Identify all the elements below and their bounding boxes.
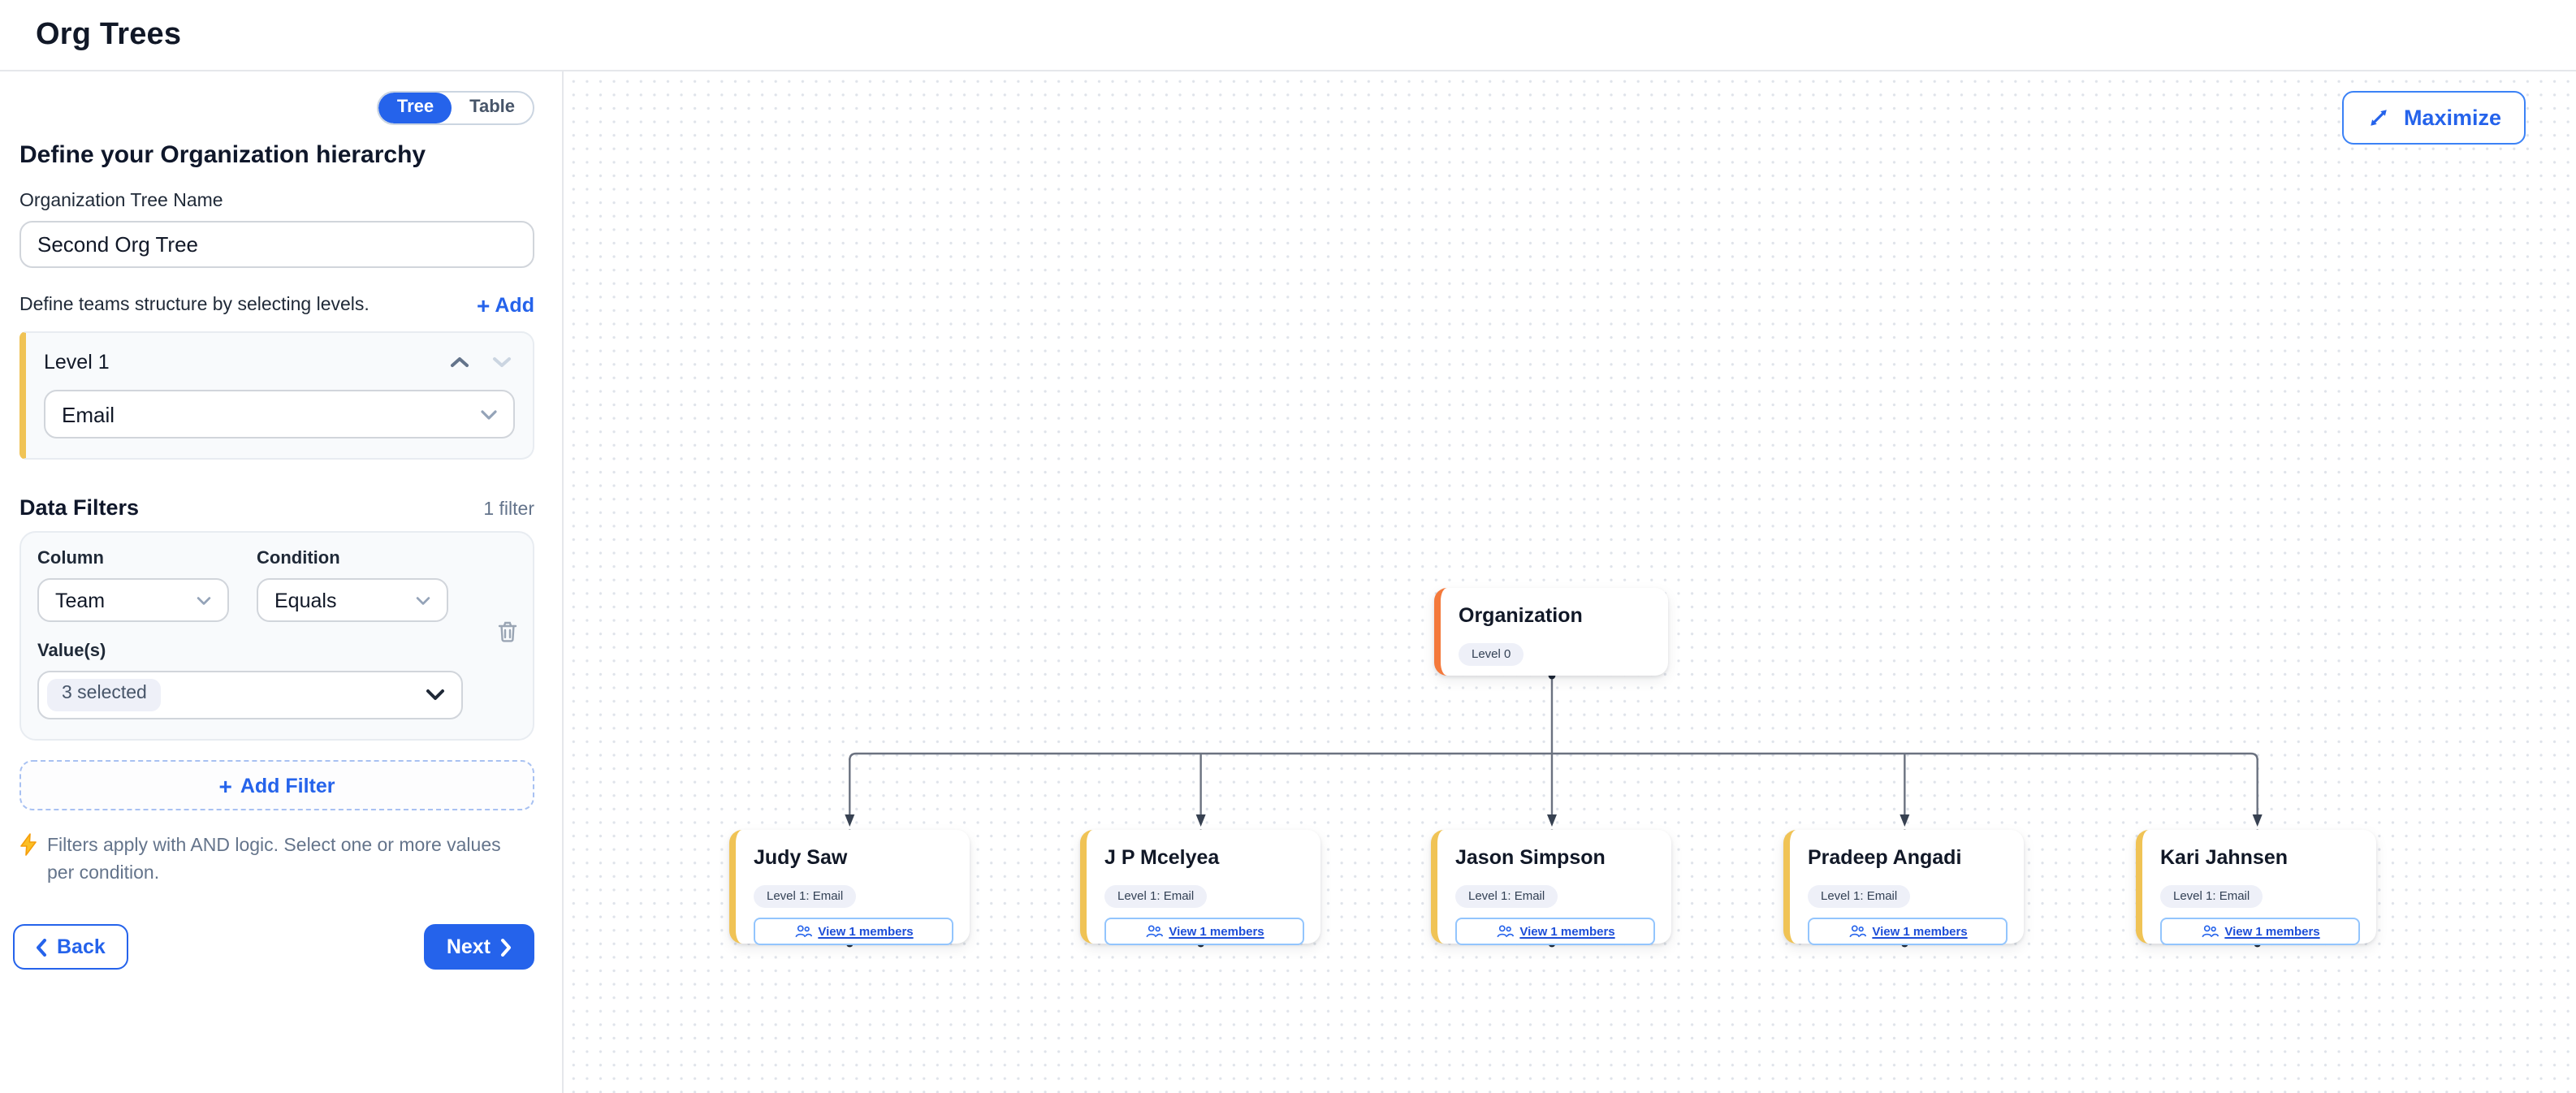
- selected-count-chip: 3 selected: [47, 680, 162, 711]
- filter-card: Column Team Condition Equals: [19, 531, 534, 741]
- view-members-button[interactable]: View 1 members: [2160, 918, 2360, 945]
- users-icon: [1144, 924, 1162, 939]
- users-icon: [1848, 924, 1865, 939]
- node-name: Jason Simpson: [1455, 846, 1655, 869]
- chevron-left-icon: [36, 939, 47, 957]
- page-header: Org Trees: [0, 0, 2576, 71]
- chevron-down-icon: [197, 595, 211, 605]
- maximize-label: Maximize: [2404, 106, 2501, 130]
- node-level-badge: Level 1: Email: [1455, 885, 1558, 907]
- next-label: Next: [447, 936, 491, 959]
- chevron-right-icon: [500, 939, 512, 957]
- org-node-child[interactable]: Jason Simpson Level 1: Email View 1 memb…: [1431, 830, 1671, 944]
- node-level-badge: Level 1: Email: [2160, 885, 2263, 907]
- level-field-select[interactable]: Email: [44, 390, 515, 438]
- add-filter-button[interactable]: + Add Filter: [19, 760, 534, 810]
- node-level-badge: Level 1: Email: [754, 885, 856, 907]
- column-label: Column: [37, 549, 229, 568]
- maximize-button[interactable]: Maximize: [2342, 91, 2526, 145]
- tree-name-input[interactable]: [19, 221, 534, 268]
- tree-name-label: Organization Tree Name: [19, 192, 534, 211]
- table-view-tab[interactable]: Table: [452, 93, 533, 123]
- condition-value: Equals: [274, 589, 336, 611]
- values-multiselect[interactable]: 3 selected: [37, 671, 463, 719]
- org-node-child[interactable]: Kari Jahnsen Level 1: Email View 1 membe…: [2136, 830, 2376, 944]
- users-icon: [1495, 924, 1513, 939]
- org-tree-canvas[interactable]: Maximize: [564, 71, 2576, 1093]
- move-down-icon[interactable]: [492, 356, 512, 369]
- delete-filter-button[interactable]: [494, 617, 521, 646]
- view-members-button[interactable]: View 1 members: [1455, 918, 1655, 945]
- org-node-root[interactable]: Organization Level 0: [1434, 588, 1668, 676]
- node-name: Pradeep Angadi: [1808, 846, 2008, 869]
- next-button[interactable]: Next: [424, 925, 534, 970]
- tree-view-tab[interactable]: Tree: [379, 93, 452, 123]
- node-level-badge: Level 1: Email: [1104, 885, 1207, 907]
- view-mode-toggle: Tree Table: [378, 91, 534, 125]
- back-label: Back: [57, 936, 106, 959]
- column-value: Team: [55, 589, 105, 611]
- node-name: Kari Jahnsen: [2160, 846, 2360, 869]
- node-name: Judy Saw: [754, 846, 953, 869]
- column-select[interactable]: Team: [37, 578, 229, 622]
- values-label: Value(s): [37, 642, 516, 661]
- level-title: Level 1: [44, 351, 110, 374]
- node-level-badge: Level 1: Email: [1808, 885, 1910, 907]
- org-trees-app: Org Trees Tree Table Define your Organiz…: [0, 0, 2576, 1093]
- chevron-down-icon: [481, 408, 497, 420]
- lightning-icon: [19, 833, 37, 888]
- level-1-card: Level 1 Email: [19, 331, 534, 460]
- view-members-button[interactable]: View 1 members: [1104, 918, 1304, 945]
- add-level-button[interactable]: + Add: [477, 294, 534, 317]
- back-button[interactable]: Back: [13, 925, 128, 970]
- org-node-child[interactable]: J P Mcelyea Level 1: Email View 1 member…: [1080, 830, 1320, 944]
- view-members-label: View 1 members: [1519, 924, 1614, 939]
- data-filters-title: Data Filters: [19, 495, 139, 520]
- sidebar-heading: Define your Organization hierarchy: [19, 141, 534, 169]
- move-up-icon[interactable]: [450, 356, 469, 369]
- filters-note-text: Filters apply with AND logic. Select one…: [47, 833, 525, 888]
- node-name: J P Mcelyea: [1104, 846, 1304, 869]
- view-members-label: View 1 members: [1872, 924, 1967, 939]
- condition-label: Condition: [257, 549, 448, 568]
- org-node-child[interactable]: Pradeep Angadi Level 1: Email View 1 mem…: [1783, 830, 2024, 944]
- org-node-child[interactable]: Judy Saw Level 1: Email View 1 members: [729, 830, 970, 944]
- filter-count-badge: 1 filter: [483, 500, 534, 520]
- view-members-label: View 1 members: [2224, 924, 2319, 939]
- add-level-label: Add: [495, 294, 534, 317]
- levels-hint: Define teams structure by selecting leve…: [19, 296, 370, 315]
- view-members-label: View 1 members: [1169, 924, 1264, 939]
- filters-note: Filters apply with AND logic. Select one…: [19, 833, 534, 888]
- condition-select[interactable]: Equals: [257, 578, 448, 622]
- level-field-value: Email: [62, 402, 115, 426]
- view-members-button[interactable]: View 1 members: [1808, 918, 2008, 945]
- plus-icon: +: [218, 774, 231, 797]
- users-icon: [2200, 924, 2218, 939]
- page-title: Org Trees: [36, 17, 181, 53]
- node-level-badge: Level 0: [1459, 643, 1524, 665]
- chevron-down-icon: [416, 595, 430, 605]
- view-members-button[interactable]: View 1 members: [754, 918, 953, 945]
- expand-icon: [2366, 106, 2391, 130]
- users-icon: [793, 924, 811, 939]
- trash-icon: [497, 620, 518, 643]
- node-name: Organization: [1459, 604, 1652, 627]
- add-filter-label: Add Filter: [240, 774, 335, 797]
- plus-icon: +: [477, 294, 490, 317]
- hierarchy-sidebar: Tree Table Define your Organization hier…: [0, 71, 564, 1093]
- chevron-down-icon: [426, 689, 445, 702]
- view-members-label: View 1 members: [818, 924, 913, 939]
